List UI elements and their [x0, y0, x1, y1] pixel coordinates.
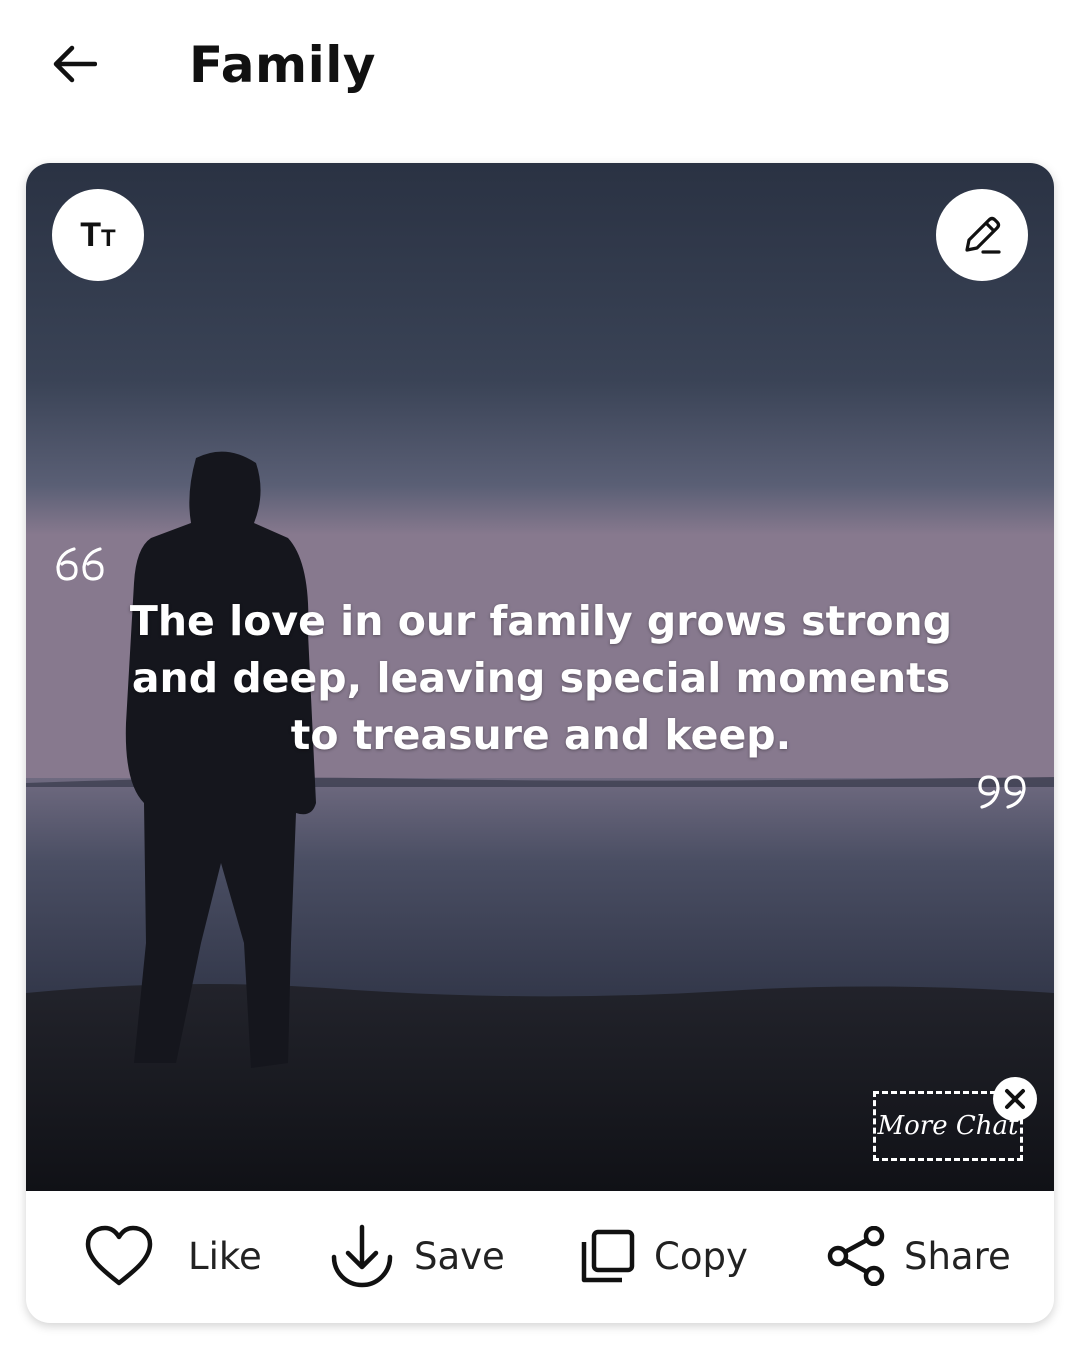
copy-button[interactable]: Copy — [580, 1221, 748, 1291]
back-button[interactable] — [44, 32, 104, 96]
text-style-button[interactable]: TT — [52, 189, 144, 281]
close-quote-icon — [978, 775, 1026, 809]
app-bar: Family — [0, 0, 1079, 130]
arrow-left-icon — [53, 45, 97, 83]
page-title: Family — [189, 36, 376, 94]
action-bar: Like Save Copy Share — [26, 1191, 1054, 1323]
background-photo: TT The love in our family grows strong a… — [26, 163, 1054, 1191]
like-label: Like — [188, 1234, 262, 1278]
open-quote-icon — [56, 547, 104, 581]
quote-text: The love in our family grows strong and … — [129, 597, 953, 759]
watermark-close-button[interactable] — [993, 1077, 1037, 1121]
share-label: Share — [904, 1234, 1011, 1278]
quote-card: TT The love in our family grows strong a… — [26, 163, 1054, 1323]
save-label: Save — [414, 1234, 505, 1278]
heart-icon — [85, 1225, 153, 1286]
copy-icon — [581, 1229, 635, 1283]
share-icon — [827, 1226, 885, 1286]
copy-label: Copy — [654, 1234, 748, 1278]
close-icon — [1005, 1089, 1025, 1109]
save-button[interactable]: Save — [328, 1221, 505, 1291]
share-button[interactable]: Share — [826, 1221, 1011, 1291]
text-size-icon: TT — [80, 216, 116, 254]
like-button[interactable]: Like — [84, 1221, 262, 1291]
watermark-label: More Chat — [877, 1111, 1019, 1141]
download-icon — [331, 1224, 393, 1288]
edit-button[interactable] — [936, 189, 1028, 281]
pencil-icon — [965, 216, 1001, 254]
